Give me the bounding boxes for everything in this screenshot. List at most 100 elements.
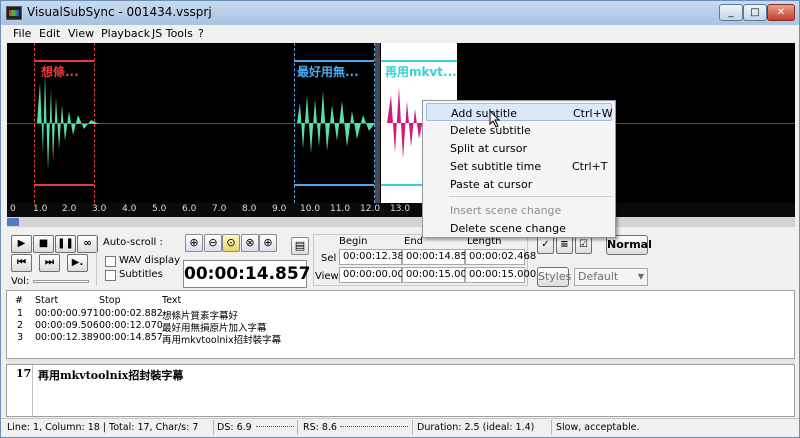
menu-item-label: Delete scene change [450,222,566,235]
step-button[interactable]: ▶. [67,254,88,272]
wav-display-checkbox[interactable] [105,256,116,267]
zoom-selection-icon[interactable]: ⊙ [222,234,240,252]
stop-button[interactable]: ■ [33,235,54,253]
menu-item-add-subtitle[interactable]: Add subtitle Ctrl+W [426,103,613,121]
subtitle-text-input[interactable]: 再用mkvtoolnix招封裝字幕 [38,367,183,383]
row-start: 00:00:12.389 [35,332,99,343]
next-button[interactable]: ⏭ [39,254,60,272]
maximize-button[interactable]: □ [743,4,767,21]
minimize-button[interactable]: _ [719,4,743,21]
menu-item-insert-scene-change: Insert scene change [426,201,612,219]
menu-help[interactable]: ? [198,27,204,40]
col-start-header[interactable]: Start [35,295,58,306]
menu-playback[interactable]: Playback [101,27,150,40]
view-begin-field[interactable]: 00:00:00.000 [339,267,410,283]
view-length-field[interactable]: 00:00:15.000 [465,267,536,283]
play-button[interactable]: ▶ [11,235,32,253]
volume-label: Vol: [11,276,30,287]
context-menu: Add subtitle Ctrl+W Delete subtitle Spli… [422,100,616,238]
row-number: 2 [17,320,24,331]
app-window: VisualSubSync - 001434.vssprj _ □ ✕ File… [0,0,800,438]
sel-length-field[interactable]: 00:00:02.468 [465,249,536,265]
ruler-tick: 1.0 [33,204,48,214]
ruler-tick: 2.0 [62,204,77,214]
status-quality: Slow, acceptable. [556,422,640,433]
subtitles-checkbox[interactable] [105,270,116,281]
col-number-header[interactable]: # [15,295,23,306]
waveform-view[interactable]: 想條... 最好用無... 再用mkvt... [7,43,795,203]
waveform-svg [37,73,431,171]
divider [96,234,97,286]
divider [412,420,413,435]
ruler-tick: 11.0 [330,204,351,214]
menu-item-label: Add subtitle [451,107,517,120]
check-icon[interactable]: ✓ [537,236,554,254]
menu-view[interactable]: View [68,27,94,40]
ruler-tick: 13.0 [390,204,411,214]
view-end-field[interactable]: 00:00:15.000 [402,267,473,283]
window-title: VisualSubSync - 001434.vssprj [27,5,212,19]
zoom-in-icon[interactable]: ⊕ [185,234,203,252]
table-row[interactable]: 2 00:00:09.506 00:00:12.070 最好用無損原片加入字幕 [7,320,794,334]
begin-header: Begin [339,236,368,247]
menu-file[interactable]: File [13,27,31,40]
zoom-vertical-icon[interactable]: ⊕ [259,234,277,252]
loop-button[interactable]: ∞ [77,235,98,253]
video-window-icon[interactable]: ▤ [291,237,309,255]
chevron-down-icon: ▼ [637,272,644,281]
ruler-tick: 12.0 [360,204,381,214]
menu-item-shortcut: Ctrl+W [573,107,613,120]
style-select-value: Default [578,270,619,283]
normal-button[interactable]: Normal [606,235,652,255]
menu-item-delete-scene-change[interactable]: Delete scene change [426,219,612,237]
subtitle-list[interactable]: # Start Stop Text 1 00:00:00.971 00:00:0… [6,290,795,359]
app-icon [6,6,22,20]
row-stop: 00:00:14.857 [99,332,163,343]
row-stop: 00:00:12.070 [99,320,163,331]
ruler-tick: 10.0 [300,204,321,214]
title-bar[interactable]: VisualSubSync - 001434.vssprj _ □ ✕ [1,1,799,25]
row-text: 再用mkvtoolnix招封裝字幕 [162,335,282,346]
wav-display-label: WAV display [119,255,181,266]
menu-edit[interactable]: Edit [39,27,60,40]
style-select[interactable]: Default ▼ [574,268,648,286]
close-button[interactable]: ✕ [767,4,795,21]
ruler-tick: 0 [10,204,16,214]
autoscroll-label: Auto-scroll : [103,237,163,248]
doc-icon[interactable]: ≡ [556,236,573,254]
table-row[interactable]: 3 00:00:12.389 00:00:14.857 再用mkvtoolnix… [7,332,794,346]
menu-item-split-at-cursor[interactable]: Split at cursor [426,139,612,157]
styles-button[interactable]: Styles [537,267,571,287]
divider [213,420,214,435]
menu-js-tools[interactable]: JS Tools [152,27,193,40]
scrollbar-thumb[interactable] [7,218,19,226]
status-ds: DS: 6.9 [217,422,252,433]
col-stop-header[interactable]: Stop [99,295,121,306]
subtitle-editor[interactable]: 17 再用mkvtoolnix招封裝字幕 [6,364,795,417]
table-row[interactable]: 1 00:00:00.971 00:00:02.882 想條片質素字幕好 [7,308,794,322]
sel-label: Sel [321,253,337,264]
menu-item-set-subtitle-time[interactable]: Set subtitle time Ctrl+T [426,157,612,175]
waveform-burst-2 [297,91,375,153]
sel-begin-field[interactable]: 00:00:12.389 [339,249,410,265]
sel-end-field[interactable]: 00:00:14.857 [402,249,473,265]
volume-slider[interactable] [33,280,89,283]
ruler-tick: 5.0 [152,204,167,214]
col-text-header[interactable]: Text [162,295,181,306]
ruler-tick: 6.0 [182,204,197,214]
zoom-all-icon[interactable]: ⊗ [241,234,259,252]
status-rs: RS: 8.6 [303,422,337,433]
menu-item-label: Split at cursor [450,142,527,155]
menu-item-paste-at-cursor[interactable]: Paste at cursor [426,175,612,193]
list-check-icon[interactable]: ☑ [575,236,592,254]
pause-button[interactable]: ❚❚ [55,235,76,253]
previous-button[interactable]: ⏮ [11,254,32,272]
zoom-out-icon[interactable]: ⊖ [204,234,222,252]
ruler-tick: 8.0 [242,204,257,214]
status-bar: Line: 1, Column: 18 | Total: 17, Char/s:… [1,418,799,437]
menu-item-label: Paste at cursor [450,178,533,191]
menu-item-delete-subtitle[interactable]: Delete subtitle [426,121,612,139]
time-ruler[interactable]: 0 1.0 2.0 3.0 4.0 5.0 6.0 7.0 8.0 9.0 10… [7,203,795,217]
waveform-scrollbar[interactable] [7,217,795,227]
menu-item-label: Insert scene change [450,204,562,217]
